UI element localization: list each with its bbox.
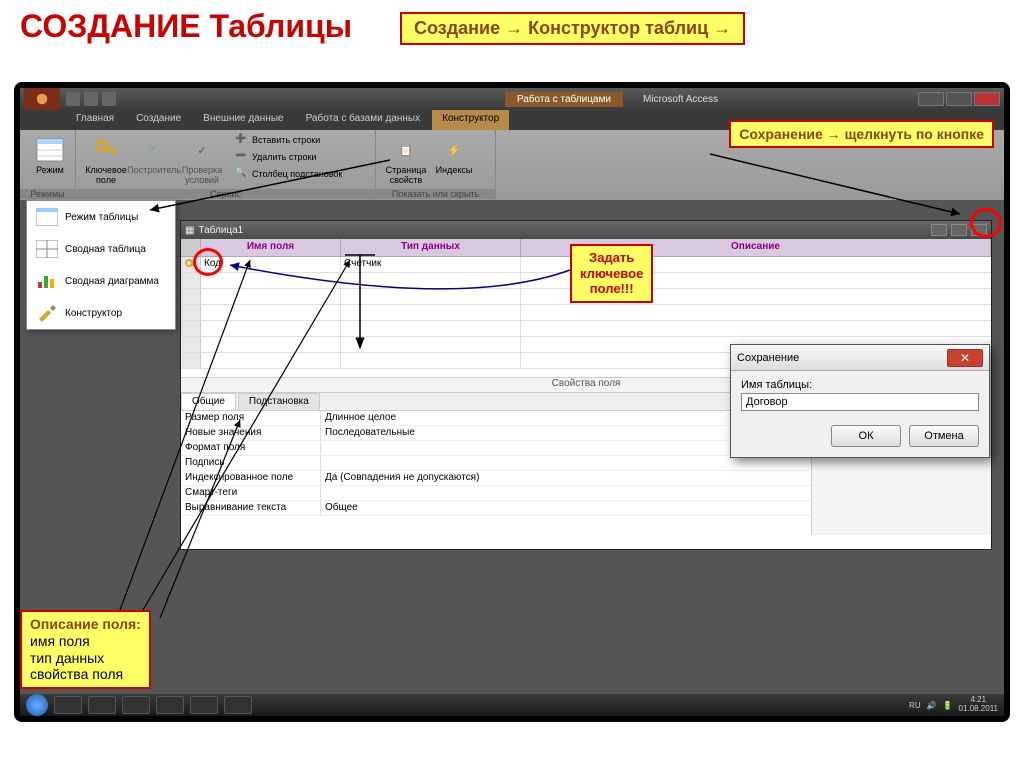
group-show-label: Показать или скрыть bbox=[376, 189, 495, 199]
taskbar-item[interactable] bbox=[224, 696, 252, 714]
taskbar-item[interactable] bbox=[122, 696, 150, 714]
delete-rows-button[interactable]: ➖Удалить строки bbox=[232, 149, 345, 165]
table-name-input[interactable] bbox=[741, 393, 979, 411]
slide-hint-top: Создание → Конструктор таблиц → bbox=[400, 12, 745, 45]
view-button[interactable]: Режим bbox=[26, 132, 74, 178]
delete-row-icon: ➖ bbox=[235, 150, 249, 164]
app-name: Microsoft Access bbox=[643, 94, 718, 105]
table-icon: ▦ bbox=[185, 225, 194, 236]
cancel-button[interactable]: Отмена bbox=[909, 425, 979, 447]
pivot-chart-icon bbox=[35, 271, 59, 291]
pivot-table-icon bbox=[35, 239, 59, 259]
tray-icon[interactable]: 🔊 bbox=[927, 701, 937, 710]
insert-row-icon: ➕ bbox=[235, 133, 249, 147]
table-row[interactable] bbox=[181, 305, 991, 321]
tab-create[interactable]: Создание bbox=[126, 110, 191, 130]
close-button[interactable] bbox=[974, 92, 1000, 106]
lookup-column-button[interactable]: 🔍Столбец подстановок bbox=[232, 166, 345, 182]
group-tools-label: Сервис bbox=[76, 189, 375, 199]
row-selector[interactable] bbox=[181, 257, 201, 272]
save-dialog-title: Сохранение bbox=[737, 352, 799, 364]
tab-general[interactable]: Общие bbox=[181, 393, 236, 410]
qat-redo-icon[interactable] bbox=[102, 92, 116, 106]
taskbar-item[interactable] bbox=[190, 696, 218, 714]
tab-lookup[interactable]: Подстановка bbox=[238, 393, 320, 410]
prop-row[interactable]: Новые значенияПоследовательные bbox=[181, 426, 811, 441]
prop-row[interactable]: Индексированное полеДа (Совпадения не до… bbox=[181, 471, 811, 486]
builder-icon: 🔧 bbox=[138, 134, 170, 166]
annotation-field-description: Описание поля: имя поля тип данных свойс… bbox=[20, 610, 151, 689]
tab-dbtools[interactable]: Работа с базами данных bbox=[296, 110, 431, 130]
view-datasheet-item[interactable]: Режим таблицы bbox=[27, 201, 175, 233]
minimize-button[interactable] bbox=[918, 92, 944, 106]
window-controls bbox=[918, 92, 1000, 106]
datasheet-view-icon bbox=[34, 134, 66, 166]
properties-grid: Размер поляДлинное целое Новые значенияП… bbox=[181, 411, 811, 535]
key-icon bbox=[90, 134, 122, 166]
qat-save-icon[interactable] bbox=[66, 92, 80, 106]
start-button[interactable] bbox=[26, 694, 48, 716]
field-name-header: Имя поля bbox=[201, 239, 341, 256]
indexes-icon: ⚡ bbox=[438, 134, 470, 166]
system-tray: RU 🔊 🔋 4:21 01.08.2011 bbox=[909, 696, 998, 714]
office-button[interactable] bbox=[24, 88, 60, 110]
primary-key-button[interactable]: Ключевое поле bbox=[82, 132, 130, 188]
ok-button[interactable]: ОК bbox=[831, 425, 901, 447]
quick-access-toolbar bbox=[66, 92, 116, 106]
data-type-header: Тип данных bbox=[341, 239, 521, 256]
view-mode-dropdown: Режим таблицы Сводная таблица Сводная ди… bbox=[26, 200, 176, 330]
taskbar-item[interactable] bbox=[156, 696, 184, 714]
qat-undo-icon[interactable] bbox=[84, 92, 98, 106]
table-close-button[interactable] bbox=[971, 224, 987, 236]
window-titlebar: Работа с таблицами Microsoft Access bbox=[20, 88, 1004, 110]
annotation-save: Сохранение → щелкнуть по кнопке bbox=[729, 120, 994, 148]
tab-designer[interactable]: Конструктор bbox=[432, 110, 509, 130]
save-dialog-titlebar: Сохранение ✕ bbox=[731, 345, 989, 371]
save-dialog: Сохранение ✕ Имя таблицы: ОК Отмена bbox=[730, 344, 990, 458]
view-pivot-table-item[interactable]: Сводная таблица bbox=[27, 233, 175, 265]
validation-button[interactable]: ✓ Проверка условий bbox=[178, 132, 226, 188]
tab-home[interactable]: Главная bbox=[66, 110, 124, 130]
datasheet-icon bbox=[35, 207, 59, 227]
group-views-label: Режимы bbox=[20, 189, 75, 199]
prop-row[interactable]: Формат поля bbox=[181, 441, 811, 456]
design-icon bbox=[35, 303, 59, 323]
save-dialog-close-button[interactable]: ✕ bbox=[947, 349, 983, 367]
slide-title: СОЗДАНИЕ Таблицы bbox=[20, 8, 352, 45]
language-indicator[interactable]: RU bbox=[909, 701, 921, 710]
builder-button[interactable]: 🔧 Построитель bbox=[130, 132, 178, 188]
contextual-tab-label: Работа с таблицами bbox=[505, 92, 623, 107]
taskbar-item[interactable] bbox=[88, 696, 116, 714]
view-design-item[interactable]: Конструктор bbox=[27, 297, 175, 329]
prop-row[interactable]: Выравнивание текстаОбщее bbox=[181, 501, 811, 516]
key-indicator-icon bbox=[184, 258, 198, 272]
insert-rows-button[interactable]: ➕Вставить строки bbox=[232, 132, 345, 148]
prop-row[interactable]: Размер поляДлинное целое bbox=[181, 411, 811, 426]
row-selector-header bbox=[181, 239, 201, 256]
prop-row[interactable]: Смарт-теги bbox=[181, 486, 811, 501]
taskbar-item[interactable] bbox=[54, 696, 82, 714]
table-row[interactable] bbox=[181, 321, 991, 337]
table-minimize-button[interactable] bbox=[931, 224, 947, 236]
save-dialog-label: Имя таблицы: bbox=[741, 379, 979, 391]
clock[interactable]: 4:21 01.08.2011 bbox=[959, 696, 998, 714]
tray-icon[interactable]: 🔋 bbox=[943, 701, 953, 710]
table-window-titlebar: ▦ Таблица1 bbox=[181, 221, 991, 239]
prop-row[interactable]: Подпись bbox=[181, 456, 811, 471]
tab-external[interactable]: Внешние данные bbox=[193, 110, 293, 130]
maximize-button[interactable] bbox=[946, 92, 972, 106]
property-sheet-icon: 📋 bbox=[390, 134, 422, 166]
validation-icon: ✓ bbox=[186, 134, 218, 166]
table-window-title: Таблица1 bbox=[198, 225, 243, 236]
lookup-icon: 🔍 bbox=[235, 167, 249, 181]
property-sheet-button[interactable]: 📋 Страница свойств bbox=[382, 132, 430, 188]
field-name-cell[interactable]: Код bbox=[201, 257, 341, 272]
view-pivot-chart-item[interactable]: Сводная диаграмма bbox=[27, 265, 175, 297]
windows-taskbar: RU 🔊 🔋 4:21 01.08.2011 bbox=[20, 694, 1004, 716]
indexes-button[interactable]: ⚡ Индексы bbox=[430, 132, 478, 188]
table-maximize-button[interactable] bbox=[951, 224, 967, 236]
annotation-key-field: Задать ключевое поле!!! bbox=[570, 244, 653, 303]
data-type-cell[interactable]: Счетчик bbox=[341, 257, 521, 272]
